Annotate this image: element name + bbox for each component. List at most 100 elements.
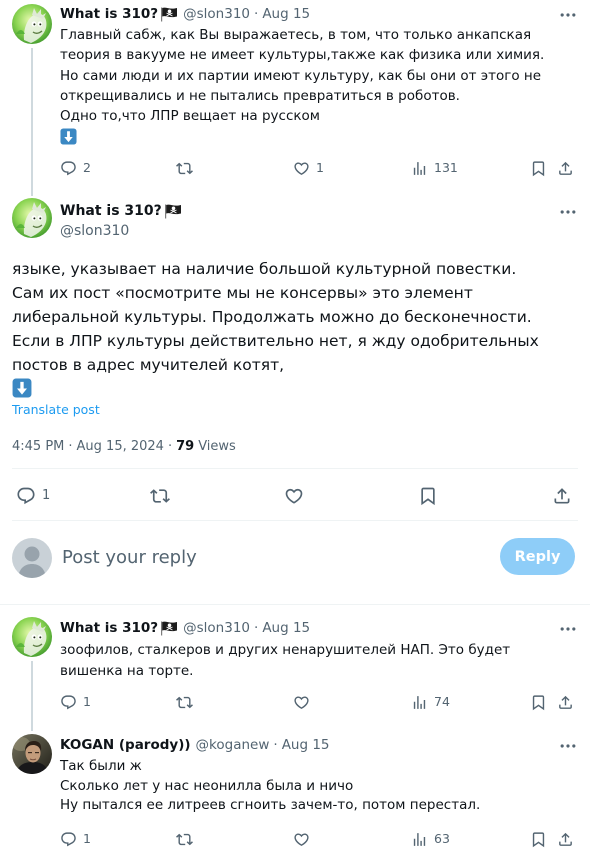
post-timestamp-row: 4:45 PM · Aug 15, 2024 · 79 Views [12,437,236,455]
repost-button[interactable] [150,486,170,506]
heart-icon[interactable] [293,160,310,177]
reply-icon[interactable] [16,486,36,506]
post-time[interactable]: 4:45 PM [12,439,64,454]
like-button[interactable] [284,486,304,506]
bookmark-icon[interactable] [418,486,438,506]
views-label[interactable]: Views [198,439,236,454]
reply-icon[interactable] [60,831,77,848]
author-handle[interactable]: @koganew [196,737,270,753]
reply-input[interactable] [60,540,480,574]
like-count[interactable]: 1 [316,158,324,178]
views-button[interactable]: 74 [411,692,450,712]
bookmark-button[interactable] [418,486,438,506]
thread-connector [31,661,33,731]
meta-separator: · [167,438,173,454]
reply-submit-button[interactable]: Reply [500,538,575,575]
repost-icon[interactable] [176,831,193,848]
views-icon[interactable] [411,160,428,177]
author-handle[interactable]: @slon310 [183,6,250,22]
share-icon[interactable] [557,694,574,711]
like-button[interactable] [293,692,310,712]
views-button[interactable]: 63 [411,829,450,849]
author-name[interactable]: What is 310? [60,203,162,219]
reply-count[interactable]: 1 [42,486,50,506]
author-name[interactable]: What is 310? [60,620,158,636]
reply-icon[interactable] [60,160,77,177]
post-text-line: Сколько лет у нас неонилла была и ничо [60,777,354,794]
reply-count[interactable]: 1 [83,692,91,712]
heart-icon[interactable] [293,831,310,848]
post-date[interactable]: Aug 15 [282,737,330,753]
divider [0,604,590,605]
pirate-flag-icon [164,203,182,219]
more-icon[interactable] [558,736,578,756]
bookmark-icon[interactable] [530,831,547,848]
more-icon[interactable] [558,619,578,639]
down-arrow-emoji-icon [60,128,77,145]
share-button[interactable] [557,829,574,849]
post-header: What is 310? @slon310 · Aug 15 [60,618,310,638]
post-text-line: Ну пытался ее литреев сгноить зачем-то, … [60,797,481,814]
reply-button[interactable]: 1 [16,486,50,506]
post-full-date[interactable]: Aug 15, 2024 [77,439,164,454]
post-date[interactable]: Aug 15 [262,6,310,22]
views-icon[interactable] [411,831,428,848]
post-text-line: Но сами люди и их партии имеют культуру,… [60,67,542,84]
share-icon[interactable] [552,486,572,506]
meta-separator: · [68,438,73,454]
bookmark-icon[interactable] [530,694,547,711]
views-count[interactable]: 63 [434,829,450,849]
reply-count[interactable]: 2 [83,158,91,178]
divider [12,468,578,469]
reply-button[interactable]: 1 [60,692,91,712]
post-text: зоофилов, сталкеров и других ненарушител… [60,640,510,682]
avatar-koganew[interactable] [12,734,52,774]
author-handle[interactable]: @slon310 [60,221,129,241]
author-handle[interactable]: @slon310 [183,620,250,636]
share-icon[interactable] [557,160,574,177]
heart-icon[interactable] [284,486,304,506]
post-header: What is 310? [60,201,182,221]
share-button[interactable] [557,158,574,178]
views-count[interactable]: 74 [434,692,450,712]
reply-button[interactable]: 1 [60,829,91,849]
post-text: Так были ж Сколько лет у нас неонилла бы… [60,757,480,816]
avatar-slon310[interactable] [12,4,52,44]
bookmark-button[interactable] [530,158,547,178]
reply-button[interactable]: 2 [60,158,91,178]
more-icon[interactable] [558,202,578,222]
avatar-slon310[interactable] [12,198,52,238]
meta-separator: · [254,620,259,636]
repost-icon[interactable] [176,694,193,711]
views-count[interactable]: 79 [176,439,194,454]
more-icon[interactable] [558,5,578,25]
author-name[interactable]: What is 310? [60,6,158,22]
repost-button[interactable] [176,158,193,178]
repost-button[interactable] [176,829,193,849]
author-name[interactable]: KOGAN (parody)) [60,737,191,753]
like-button[interactable] [293,829,310,849]
repost-button[interactable] [176,692,193,712]
like-button[interactable]: 1 [293,158,324,178]
bookmark-icon[interactable] [530,160,547,177]
bookmark-button[interactable] [530,829,547,849]
heart-icon[interactable] [293,694,310,711]
avatar-slon310[interactable] [12,617,52,657]
bookmark-button[interactable] [530,692,547,712]
repost-icon[interactable] [176,160,193,177]
repost-icon[interactable] [150,486,170,506]
reply-count[interactable]: 1 [83,829,91,849]
post-text-line: теория в вакууме не имеет культуры,также… [60,47,545,64]
share-icon[interactable] [557,831,574,848]
reply-icon[interactable] [60,694,77,711]
post-date[interactable]: Aug 15 [262,620,310,636]
share-button[interactable] [552,486,572,506]
current-user-avatar[interactable] [12,538,52,578]
views-button[interactable]: 131 [411,158,458,178]
views-count[interactable]: 131 [434,158,458,178]
post-text: Главный сабж, как Вы выражаетесь, в том,… [60,25,544,126]
views-icon[interactable] [411,694,428,711]
post-text-line: Если в ЛПР культуры действительно нет, я… [12,332,539,350]
translate-post-link[interactable]: Translate post [12,402,100,418]
share-button[interactable] [557,692,574,712]
